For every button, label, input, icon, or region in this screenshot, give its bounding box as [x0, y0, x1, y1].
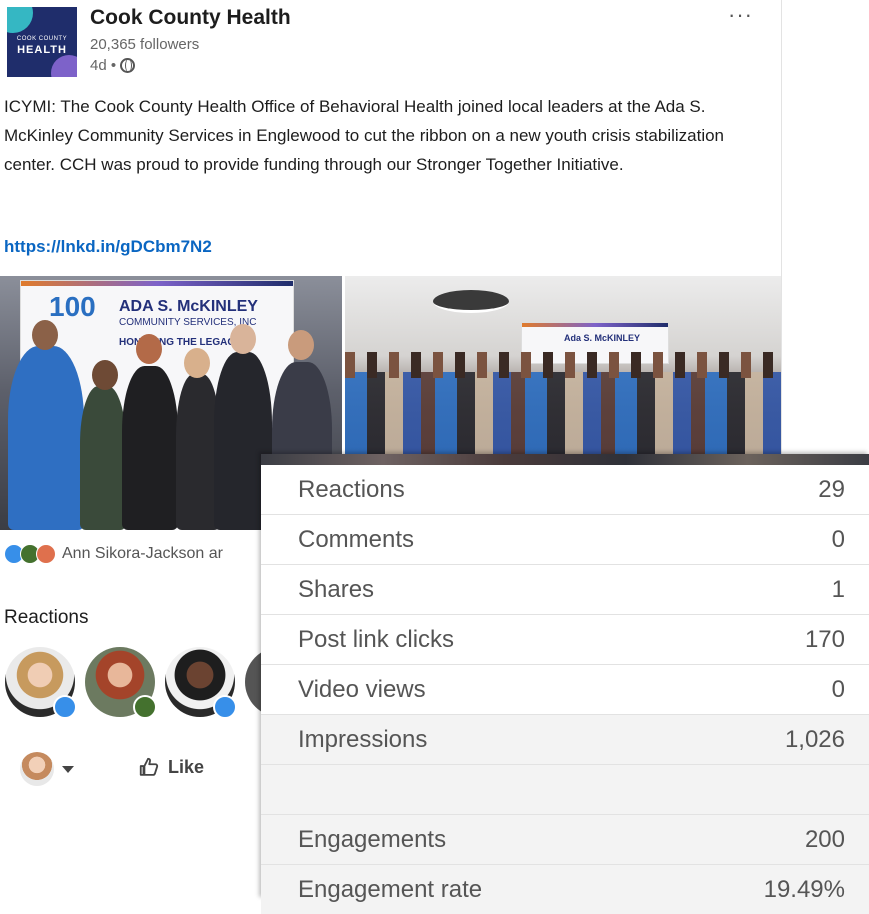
banner-years: 100 [49, 291, 96, 322]
logo-text-top: COOK COUNTY [16, 36, 68, 42]
logo-text-main: HEALTH [17, 44, 67, 56]
stat-label: Comments [298, 525, 415, 553]
caret-down-icon [62, 765, 74, 773]
stat-value: 1 [831, 575, 845, 603]
stat-row-engagement-rate: Engagement rate 19.49% [261, 865, 869, 914]
like-label: Like [168, 756, 205, 777]
stat-row-impressions: Impressions 1,026 [261, 715, 869, 765]
thumbs-up-icon [139, 757, 159, 776]
stat-value: 19.49% [763, 875, 845, 903]
stat-label: Video views [298, 675, 426, 703]
stat-row-comments: Comments 0 [261, 515, 869, 565]
post-body: ICYMI: The Cook County Health Office of … [4, 97, 725, 174]
stat-row-video-views: Video views 0 [261, 665, 869, 715]
reactions-heading: Reactions [4, 607, 89, 628]
reactions-summary-text: Ann Sikora-Jackson ar [62, 545, 223, 562]
stat-label: Reactions [298, 475, 405, 503]
banner-title: ADA S. McKINLEY [119, 298, 258, 315]
stat-value: 29 [818, 475, 845, 503]
like-button[interactable]: Like [138, 756, 204, 778]
stat-row-link-clicks: Post link clicks 170 [261, 615, 869, 665]
love-icon [36, 544, 56, 564]
globe-icon [120, 58, 136, 73]
post-link[interactable]: https://lnkd.in/gDCbm7N2 [4, 237, 212, 257]
reactions-summary[interactable]: Ann Sikora-Jackson ar [4, 544, 223, 564]
stat-label: Shares [298, 575, 375, 603]
celebrate-icon [133, 695, 157, 719]
avatar [20, 752, 54, 786]
post-meta: 4d • [90, 57, 136, 74]
stat-value: 170 [804, 625, 845, 653]
stat-value: 200 [804, 825, 845, 853]
org-logo[interactable]: COOK COUNTY HEALTH [7, 7, 77, 77]
post-age: 4d • [90, 57, 117, 74]
stat-label: Engagements [298, 825, 447, 853]
stat-value: 0 [831, 525, 845, 553]
stat-value: 0 [831, 675, 845, 703]
stat-row-engagements: Engagements 200 [261, 815, 869, 865]
stat-label: Post link clicks [298, 625, 455, 653]
post-analytics-panel: Reactions 29 Comments 0 Shares 1 Post li… [261, 454, 869, 914]
stat-label: Impressions [298, 725, 428, 753]
org-name[interactable]: Cook County Health [90, 6, 291, 30]
like-icon [213, 695, 237, 719]
image-edge [261, 454, 869, 465]
stat-row-reactions: Reactions 29 [261, 465, 869, 515]
stat-row-empty [261, 765, 869, 815]
ceiling-lamp [433, 290, 509, 313]
follower-count: 20,365 followers [90, 36, 200, 53]
post-image-2[interactable]: Ada S. McKINLEY [345, 276, 781, 454]
stat-row-shares: Shares 1 [261, 565, 869, 615]
stat-value: 1,026 [784, 725, 845, 753]
stat-label: Engagement rate [298, 875, 483, 903]
actor-selector[interactable] [20, 752, 74, 786]
banner-2-title: Ada S. McKINLEY [564, 333, 641, 343]
more-icon[interactable]: ··· [728, 2, 753, 28]
like-icon [53, 695, 77, 719]
